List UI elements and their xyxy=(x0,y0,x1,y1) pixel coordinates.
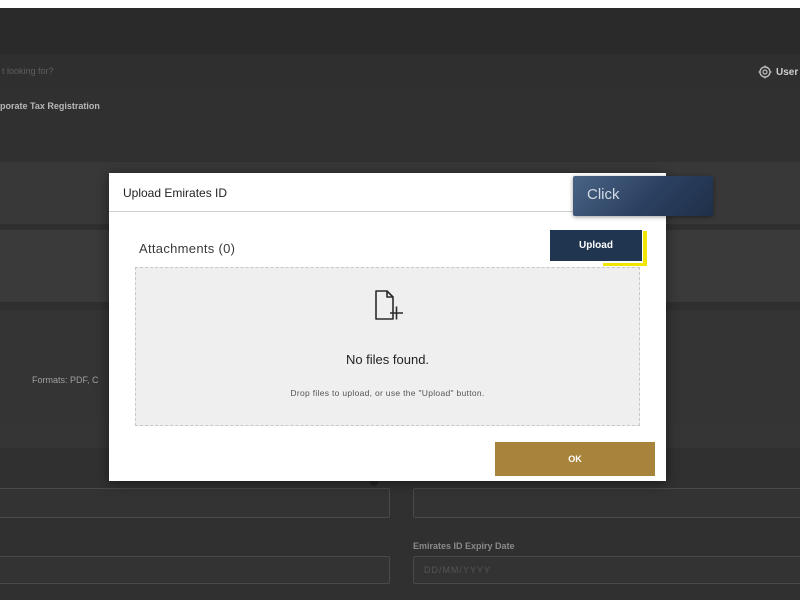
breadcrumb: porate Tax Registration xyxy=(0,101,100,111)
upload-button[interactable]: Upload xyxy=(550,230,642,261)
file-add-icon xyxy=(375,290,403,320)
search-placeholder: t looking for? xyxy=(2,66,54,76)
modal-title: Upload Emirates ID xyxy=(123,186,228,200)
top-strip xyxy=(0,0,800,8)
file-dropzone[interactable]: No files found. Drop files to upload, or… xyxy=(135,267,640,426)
page-header xyxy=(0,8,800,54)
expiry-date-placeholder: DD/MM/YYYY xyxy=(424,565,492,575)
user-menu: User xyxy=(758,64,798,80)
attachments-title: Attachments (0) xyxy=(139,241,236,256)
form-field xyxy=(0,556,390,584)
tutorial-callout: Click xyxy=(573,176,713,216)
title-panel xyxy=(0,90,800,162)
search-bar xyxy=(0,54,800,91)
gear-icon xyxy=(758,65,772,79)
formats-text: Formats: PDF, C xyxy=(32,375,99,385)
empty-state-hint: Drop files to upload, or use the "Upload… xyxy=(290,388,485,398)
highlight-marker xyxy=(643,231,647,266)
form-field xyxy=(413,488,800,518)
ok-button[interactable]: OK xyxy=(495,442,655,476)
expiry-date-label: Emirates ID Expiry Date xyxy=(413,541,515,551)
expiry-date-field: DD/MM/YYYY xyxy=(413,556,800,584)
callout-text: Click xyxy=(587,186,620,203)
empty-state-title: No files found. xyxy=(345,352,430,367)
form-field xyxy=(0,488,390,518)
upload-modal: Upload Emirates ID Attachments (0) Uploa… xyxy=(109,173,666,481)
highlight-marker xyxy=(603,263,647,266)
user-label: User xyxy=(776,66,799,78)
